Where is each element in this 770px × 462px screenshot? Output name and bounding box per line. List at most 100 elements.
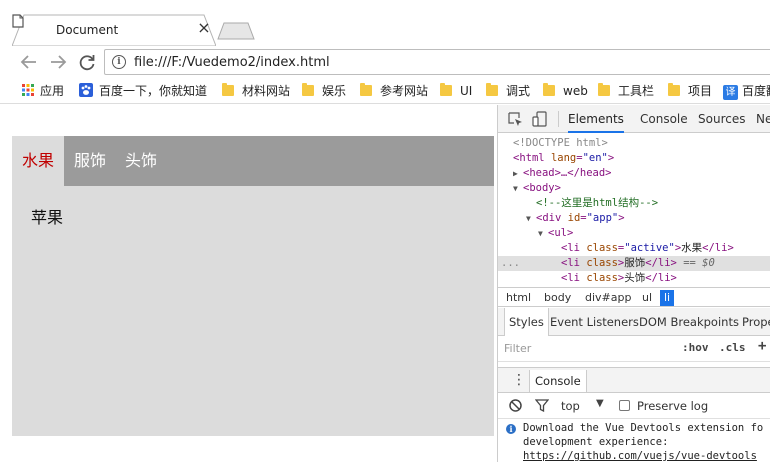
dom-node-li-3[interactable]: <li class>头饰</li>	[561, 271, 770, 286]
bookmark-folder-materials[interactable]: 材料网站	[222, 82, 290, 100]
html-tag: html	[519, 152, 545, 164]
bookmark-label: UI	[460, 84, 473, 98]
add-rule-button[interactable]: +	[758, 338, 766, 354]
translate-icon: 译	[723, 85, 738, 100]
page-viewport: 水果 服饰 头饰 苹果	[0, 105, 497, 462]
browser-toolbar: i file:///F:/Vuedemo2/index.html	[0, 46, 770, 78]
folder-icon	[302, 83, 314, 96]
div-attr: id	[567, 212, 581, 224]
dom-node-li-2-selected[interactable]: ... <li class>服饰</li> == $0	[498, 256, 770, 271]
clear-console-icon[interactable]	[509, 399, 522, 412]
dom-node-ul[interactable]: ▼ <ul>	[538, 226, 770, 241]
li-tag: li	[567, 242, 580, 254]
dom-tree: <!DOCTYPE html> <html lang="en"> ▶ <head>…	[498, 134, 770, 286]
tab-sources[interactable]: Sources	[698, 105, 745, 133]
crumb-div-app[interactable]: div#app	[585, 290, 631, 306]
tab-styles[interactable]: Styles	[504, 308, 549, 336]
new-tab-button[interactable]	[216, 22, 256, 40]
dom-node-html[interactable]: <html lang="en">	[513, 151, 770, 166]
drawer-tab-console[interactable]: Console	[529, 370, 587, 392]
li-text: 头饰	[624, 272, 646, 284]
dom-node-div-app[interactable]: ▼ <div id="app">	[526, 211, 770, 226]
preserve-log-label: Preserve log	[637, 399, 709, 413]
class-toggle[interactable]: .cls	[719, 341, 746, 354]
styles-filter-input[interactable]: Filter	[504, 342, 531, 355]
bookmark-folder-entertainment[interactable]: 娱乐	[302, 82, 346, 100]
crumb-html[interactable]: html	[506, 290, 531, 306]
menu-item-headwear[interactable]: 头饰	[118, 136, 164, 186]
html-attr-value: "en"	[582, 152, 608, 164]
node-actions-ellipsis[interactable]: ...	[501, 256, 520, 271]
bookmark-baidu-translate[interactable]: 译百度翻	[723, 82, 770, 100]
bookmark-folder-debug[interactable]: 调式	[486, 82, 530, 100]
forward-arrow-icon[interactable]	[45, 49, 71, 75]
folder-icon	[440, 83, 452, 96]
tab-properties[interactable]: Prope	[742, 308, 770, 336]
folder-icon	[360, 83, 372, 96]
device-toolbar-icon[interactable]	[532, 111, 548, 127]
bookmark-label: 材料网站	[242, 84, 291, 98]
li-close-tag: </li>	[645, 272, 677, 284]
bookmark-folder-toolbar[interactable]: 工具栏	[598, 82, 654, 100]
devtools-panel: Elements Console Sources Ne <!DOCTYPE ht…	[497, 105, 770, 462]
bookmark-label: 百度一下，你就知道	[99, 84, 208, 98]
browser-tab-document[interactable]: Document ×	[12, 14, 216, 46]
filter-funnel-icon[interactable]	[535, 399, 549, 412]
div-tag: div	[542, 212, 562, 224]
crumb-li[interactable]: li	[660, 290, 675, 306]
address-url: file:///F:/Vuedemo2/index.html	[134, 55, 330, 70]
bookmark-apps[interactable]: 应用	[22, 82, 64, 100]
expand-triangle-icon[interactable]: ▶	[513, 166, 523, 181]
tab-console[interactable]: Console	[640, 105, 688, 133]
tab-event-listeners[interactable]: Event Listeners	[550, 308, 639, 336]
tab-close-icon[interactable]: ×	[195, 19, 213, 37]
li-text: 水果	[681, 242, 703, 254]
crumb-body[interactable]: body	[544, 290, 571, 306]
message-line: development experience:	[523, 436, 669, 448]
tab-dom-breakpoints[interactable]: DOM Breakpoints	[639, 308, 739, 336]
dom-node-doctype[interactable]: <!DOCTYPE html>	[513, 136, 770, 151]
kebab-menu-icon[interactable]: ⋮	[512, 371, 526, 389]
styles-filter-row: Filter :hov .cls +	[498, 336, 770, 362]
menu-item-clothing[interactable]: 服饰	[67, 136, 113, 186]
tab-title: Document	[56, 23, 119, 37]
collapse-triangle-icon[interactable]: ▼	[538, 226, 548, 241]
dom-node-body[interactable]: ▼ <body>	[513, 181, 770, 196]
hover-state-toggle[interactable]: :hov	[682, 341, 709, 354]
collapse-triangle-icon[interactable]: ▼	[513, 181, 523, 196]
message-link[interactable]: https://github.com/vuejs/vue-devtools	[523, 449, 770, 462]
toolbar-divider	[558, 111, 559, 127]
reload-icon[interactable]	[74, 49, 100, 75]
dom-node-comment[interactable]: <!--这里是html结构-->	[536, 196, 770, 211]
info-icon[interactable]: i	[112, 55, 126, 69]
address-bar[interactable]: i file:///F:/Vuedemo2/index.html	[104, 49, 770, 75]
bookmark-folder-ui[interactable]: UI	[440, 82, 472, 100]
li-close-tag: </li>	[645, 257, 677, 269]
folder-icon	[598, 83, 610, 96]
app-container: 水果 服饰 头饰 苹果	[12, 136, 494, 436]
div-attr-value: "app"	[586, 212, 619, 224]
bookmark-folder-reference[interactable]: 参考网站	[360, 82, 428, 100]
bookmark-label: 娱乐	[322, 84, 347, 98]
chevron-down-icon[interactable]: ▼	[596, 398, 604, 409]
breadcrumb: html body div#app ul li	[498, 287, 770, 307]
back-arrow-icon[interactable]	[16, 49, 42, 75]
collapse-triangle-icon[interactable]: ▼	[526, 211, 536, 226]
inspect-element-icon[interactable]	[508, 112, 523, 127]
bookmark-label: 项目	[688, 84, 713, 98]
li-tag: li	[567, 272, 580, 284]
ul-tag: <ul>	[548, 227, 574, 239]
crumb-ul[interactable]: ul	[642, 290, 652, 306]
menu-item-fruit[interactable]: 水果	[12, 136, 64, 186]
bookmarks-bar: 应用 百度一下，你就知道 材料网站 娱乐 参考网站 UI 调式 web 工具栏 …	[0, 78, 770, 104]
preserve-log-checkbox[interactable]	[619, 400, 630, 411]
li-tag: li	[567, 257, 580, 269]
tab-elements[interactable]: Elements	[568, 105, 624, 133]
context-selector[interactable]: top	[561, 399, 580, 413]
bookmark-baidu[interactable]: 百度一下，你就知道	[79, 82, 207, 100]
tab-network[interactable]: Ne	[756, 105, 770, 133]
dom-node-li-1[interactable]: <li class="active">水果</li>	[561, 241, 770, 256]
bookmark-folder-web[interactable]: web	[543, 82, 588, 100]
bookmark-folder-projects[interactable]: 项目	[668, 82, 712, 100]
dom-node-head[interactable]: ▶ <head>…</head>	[513, 166, 770, 181]
